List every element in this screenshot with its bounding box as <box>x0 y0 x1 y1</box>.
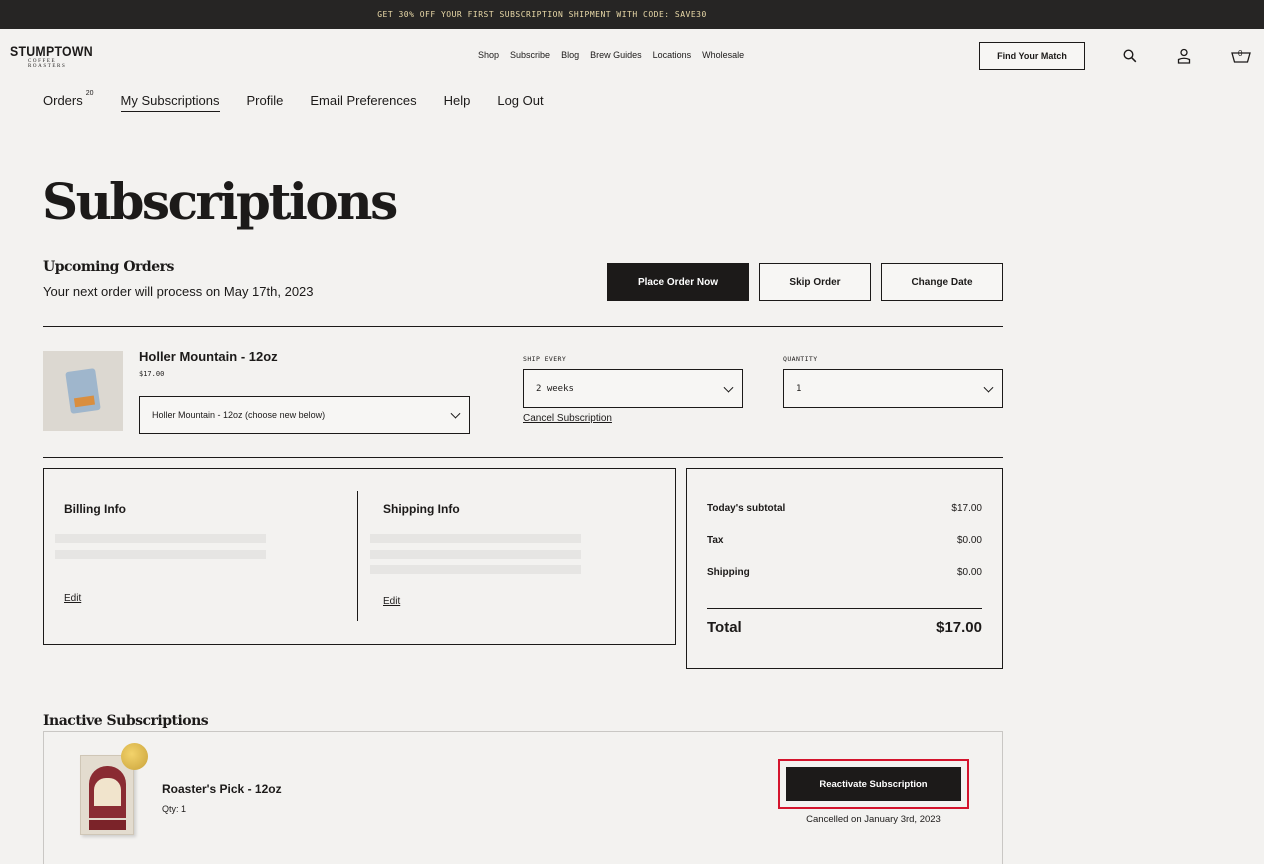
product-variant-value: Holler Mountain - 12oz (choose new below… <box>152 410 326 420</box>
gold-seal-icon <box>121 743 148 770</box>
nav-shop[interactable]: Shop <box>478 50 499 60</box>
shipping-info-heading: Shipping Info <box>383 502 460 516</box>
bag-label-footer <box>89 820 126 830</box>
shipping-value: $0.00 <box>956 567 982 578</box>
shipping-edit-link[interactable]: Edit <box>383 596 400 607</box>
total-row: Total $17.00 <box>707 619 982 636</box>
shipping-placeholder-line <box>370 565 581 574</box>
brand-name: STUMPTOWN <box>10 43 93 59</box>
nav-subscribe[interactable]: Subscribe <box>510 50 550 60</box>
quantity-label: QUANTITY <box>783 355 818 363</box>
tab-log-out[interactable]: Log Out <box>497 93 543 112</box>
place-order-now-button[interactable]: Place Order Now <box>607 263 749 301</box>
tax-label: Tax <box>707 535 724 546</box>
ship-every-select[interactable]: 2 weeks <box>523 369 743 408</box>
change-date-button[interactable]: Change Date <box>881 263 1003 301</box>
tab-profile[interactable]: Profile <box>247 93 284 112</box>
brand-tagline: COFFEE ROASTERS <box>28 59 67 69</box>
tab-orders-label: Orders <box>43 93 83 108</box>
shipping-label: Shipping <box>707 567 750 578</box>
quantity-value: 1 <box>796 383 802 394</box>
chevron-down-icon <box>983 382 994 393</box>
vertical-divider <box>357 491 358 621</box>
nav-locations[interactable]: Locations <box>653 50 692 60</box>
tax-value: $0.00 <box>956 535 982 546</box>
shipping-placeholder-line <box>370 550 581 559</box>
promo-banner: GET 30% OFF YOUR FIRST SUBSCRIPTION SHIP… <box>0 0 1264 29</box>
inactive-product-qty: Qty: 1 <box>162 804 187 814</box>
tab-orders[interactable]: Orders 20 <box>43 89 94 112</box>
billing-info-heading: Billing Info <box>64 502 126 516</box>
product-image <box>43 351 123 431</box>
nav-brew-guides[interactable]: Brew Guides <box>590 50 642 60</box>
product-price: $17.00 <box>139 370 165 378</box>
inactive-subscriptions-heading: Inactive Subscriptions <box>43 713 209 729</box>
tab-help[interactable]: Help <box>444 93 471 112</box>
cart-icon[interactable]: 0 <box>1230 47 1252 65</box>
cancel-subscription-link[interactable]: Cancel Subscription <box>523 413 612 424</box>
tax-row: Tax $0.00 <box>707 535 982 546</box>
chevron-down-icon <box>450 408 461 419</box>
account-nav: Orders 20 My Subscriptions Profile Email … <box>43 89 571 112</box>
product-name: Holler Mountain - 12oz <box>139 349 278 364</box>
ship-every-label: SHIP EVERY <box>523 355 567 363</box>
billing-edit-link[interactable]: Edit <box>64 593 81 604</box>
tab-email-preferences[interactable]: Email Preferences <box>310 93 416 112</box>
skip-order-button[interactable]: Skip Order <box>759 263 871 301</box>
bag-label-inner <box>94 778 121 806</box>
next-order-text: Your next order will process on May 17th… <box>43 284 314 299</box>
divider <box>43 457 1003 458</box>
inactive-product-name: Roaster's Pick - 12oz <box>162 782 282 796</box>
cancelled-date-text: Cancelled on January 3rd, 2023 <box>806 814 941 825</box>
search-icon[interactable] <box>1121 47 1139 65</box>
orders-count-badge: 20 <box>85 89 94 97</box>
subtotal-row: Today's subtotal $17.00 <box>707 503 982 514</box>
subtotal-label: Today's subtotal <box>707 503 786 514</box>
tab-my-subscriptions[interactable]: My Subscriptions <box>120 93 220 112</box>
billing-placeholder-line <box>55 550 266 559</box>
quantity-select[interactable]: 1 <box>783 369 1003 408</box>
billing-placeholder-line <box>55 534 266 543</box>
page-title: Subscriptions <box>42 172 398 231</box>
brand-logo[interactable]: STUMPTOWN COFFEE ROASTERS <box>10 43 93 69</box>
divider <box>43 326 1003 327</box>
reactivate-subscription-button[interactable]: Reactivate Subscription <box>786 767 961 801</box>
upcoming-orders-heading: Upcoming Orders <box>43 259 174 275</box>
find-your-match-button[interactable]: Find Your Match <box>979 42 1085 70</box>
ship-every-value: 2 weeks <box>536 383 574 394</box>
main-nav: Shop Subscribe Blog Brew Guides Location… <box>478 50 744 60</box>
subtotal-value: $17.00 <box>951 503 982 514</box>
cart-count: 0 <box>1238 49 1243 58</box>
coffee-bag-icon <box>65 368 101 414</box>
divider <box>707 608 982 609</box>
chevron-down-icon <box>723 382 734 393</box>
nav-blog[interactable]: Blog <box>561 50 579 60</box>
account-icon[interactable] <box>1175 47 1193 65</box>
nav-wholesale[interactable]: Wholesale <box>702 50 744 60</box>
shipping-placeholder-line <box>370 534 581 543</box>
total-value: $17.00 <box>936 619 982 636</box>
shipping-row: Shipping $0.00 <box>707 567 982 578</box>
total-label: Total <box>707 619 742 636</box>
product-variant-select[interactable]: Holler Mountain - 12oz (choose new below… <box>139 396 470 434</box>
